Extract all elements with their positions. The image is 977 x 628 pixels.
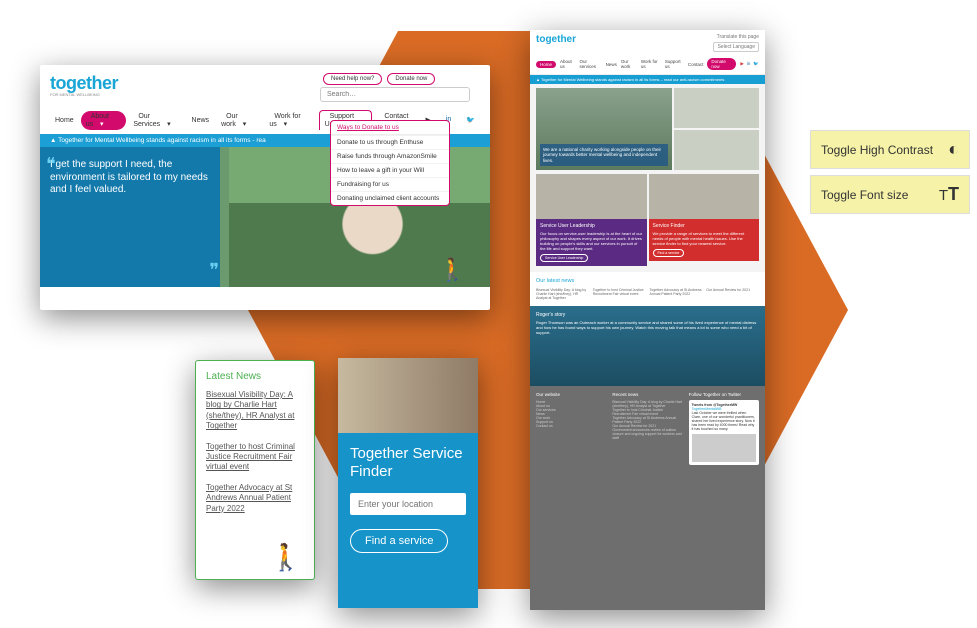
need-help-button[interactable]: Need help now? bbox=[323, 73, 382, 85]
footer-col-title: Our website bbox=[536, 392, 606, 397]
nav-work-for-us[interactable]: Work for us ▾ bbox=[264, 111, 316, 130]
main-site-screenshot: together FOR MENTAL WELLBEING Need help … bbox=[40, 65, 490, 310]
finder-title: Together Service Finder bbox=[350, 445, 466, 481]
card-body: We provide a range of services to meet t… bbox=[653, 231, 756, 246]
news-link[interactable]: Together to host Criminal Justice Recrui… bbox=[206, 442, 304, 473]
mini-nav-item[interactable]: About us bbox=[560, 59, 576, 69]
mini-hero-main: We are a national charity working alongs… bbox=[536, 88, 672, 170]
donate-button[interactable]: Donate now bbox=[387, 73, 435, 85]
toggle-label: Toggle Font size bbox=[821, 188, 908, 202]
news-link[interactable]: Bisexual Visibility Day: A blog by Charl… bbox=[536, 288, 589, 300]
nav-services[interactable]: Our Services ▾ bbox=[128, 111, 184, 130]
news-link[interactable]: Together to host Criminal Justice Recrui… bbox=[593, 288, 646, 300]
news-link[interactable]: Bisexual Visibility Day: A blog by Charl… bbox=[206, 390, 304, 432]
quote-close-icon: ❞ bbox=[209, 259, 219, 282]
latest-news-title: Latest News bbox=[206, 371, 304, 382]
dropdown-item[interactable]: Donate to us through Enthuse bbox=[331, 135, 449, 149]
mini-site-screenshot: together Translate this page Select Lang… bbox=[530, 30, 765, 610]
service-finder-card[interactable]: Service Finder We provide a range of ser… bbox=[649, 174, 760, 266]
mini-nav-item[interactable]: Support us bbox=[665, 59, 684, 69]
twitter-icon[interactable]: 🐦 bbox=[753, 61, 759, 67]
find-service-button[interactable]: Find a service bbox=[350, 529, 448, 553]
story-title: Roger's story bbox=[536, 312, 759, 318]
youtube-icon[interactable]: ▶ bbox=[740, 61, 743, 67]
together-logo[interactable]: together FOR MENTAL WELLBEING bbox=[50, 73, 118, 97]
service-finder-card: Together Service Finder Find a service bbox=[338, 358, 478, 608]
finder-photo bbox=[338, 358, 478, 433]
language-select[interactable]: Select Language bbox=[713, 42, 759, 52]
mini-hero-thumb[interactable] bbox=[674, 130, 759, 170]
dropdown-item[interactable]: Fundraising for us bbox=[331, 177, 449, 191]
footer-col-title: Recent news bbox=[612, 392, 682, 397]
location-input[interactable] bbox=[350, 493, 466, 515]
mini-hero-caption: We are a national charity working alongs… bbox=[540, 144, 668, 166]
support-us-dropdown: Ways to Donate to us Donate to us throug… bbox=[330, 120, 450, 206]
mini-donate-button[interactable]: Donate now bbox=[707, 58, 736, 70]
mini-nav-item[interactable]: News bbox=[606, 62, 617, 67]
tweet-body: Last October we were thrilled when Clare… bbox=[692, 411, 756, 431]
nav-our-work[interactable]: Our work ▾ bbox=[216, 111, 262, 130]
dropdown-item[interactable]: Raise funds through AmazonSmile bbox=[331, 149, 449, 163]
footer-link[interactable]: Government announces review of autism cl… bbox=[612, 428, 682, 440]
footer-link[interactable]: Bisexual Visibility Day: A blog by Charl… bbox=[612, 400, 682, 408]
leadership-card[interactable]: Service User Leadership Our focus on ser… bbox=[536, 174, 647, 266]
card-title: Service User Leadership bbox=[540, 223, 643, 229]
card-button[interactable]: Service User Leadership bbox=[540, 254, 588, 262]
news-link[interactable]: Our Annual Review for 2021 bbox=[706, 288, 759, 300]
dropdown-header[interactable]: Ways to Donate to us bbox=[331, 121, 449, 135]
card-button[interactable]: Find a service bbox=[653, 249, 685, 257]
search-input[interactable] bbox=[320, 87, 470, 102]
mini-nav-item[interactable]: Our services bbox=[580, 59, 602, 69]
footer-link[interactable]: Together to host Criminal Justice Recrui… bbox=[612, 408, 682, 416]
latest-news-card: Latest News Bisexual Visibility Day: A b… bbox=[195, 360, 315, 580]
footer-link[interactable]: Together Advocacy at St Andrews Annual P… bbox=[612, 416, 682, 424]
font-size-icon: TT bbox=[939, 184, 959, 205]
footer-col-title: Follow Together on Twitter bbox=[689, 392, 759, 397]
card-image bbox=[536, 174, 647, 219]
toggle-font-size[interactable]: Toggle Font size TT bbox=[810, 175, 970, 214]
card-title: Service Finder bbox=[653, 223, 756, 229]
mini-nav-item[interactable]: Work for us bbox=[641, 59, 661, 69]
hero-quote: ❝ I get the support I need, the environm… bbox=[40, 147, 229, 287]
walking-figure-icon: 🚶 bbox=[439, 257, 466, 283]
twitter-icon[interactable]: 🐦 bbox=[461, 114, 480, 126]
translate-link[interactable]: Translate this page bbox=[713, 34, 759, 40]
mini-banner[interactable]: ▲ Together for Mental Wellbeing stands a… bbox=[530, 75, 765, 84]
toggle-label: Toggle High Contrast bbox=[821, 143, 933, 157]
nav-news[interactable]: News bbox=[187, 115, 215, 126]
mini-hero-thumb[interactable] bbox=[674, 88, 759, 128]
quote-open-icon: ❝ bbox=[46, 153, 56, 176]
walking-figure-icon: 🚶 bbox=[270, 542, 302, 573]
card-image bbox=[649, 174, 760, 219]
quote-text: I get the support I need, the environmen… bbox=[50, 159, 208, 195]
story-body: Roger Thomson was an Outreach worker at … bbox=[536, 320, 759, 335]
mini-nav-item[interactable]: Our work bbox=[621, 59, 637, 69]
twitter-embed[interactable]: Tweets from @TogetherMW TogetherMentalWB… bbox=[689, 400, 759, 465]
footer-link[interactable]: Contact us bbox=[536, 424, 606, 428]
mini-logo[interactable]: together bbox=[536, 34, 576, 54]
toggle-high-contrast[interactable]: Toggle High Contrast ◐ bbox=[810, 130, 970, 169]
dropdown-item[interactable]: How to leave a gift in your Will bbox=[331, 163, 449, 177]
news-heading: Our latest news bbox=[536, 278, 759, 284]
rogers-story: Roger's story Roger Thomson was an Outre… bbox=[530, 306, 765, 386]
logo-text: together bbox=[50, 73, 118, 93]
tweet-image bbox=[692, 434, 756, 462]
mini-top-right: Translate this page Select Language bbox=[713, 34, 759, 54]
mini-nav-item[interactable]: Home bbox=[536, 61, 556, 68]
card-body: Our focus on service-user leadership is … bbox=[540, 231, 643, 251]
mini-nav: Home About us Our services News Our work… bbox=[530, 56, 765, 75]
linkedin-icon[interactable]: in bbox=[747, 61, 751, 67]
dropdown-item[interactable]: Donating unclaimed client accounts bbox=[331, 191, 449, 205]
nav-home[interactable]: Home bbox=[50, 115, 79, 126]
nav-about[interactable]: About us ▾ bbox=[81, 111, 127, 130]
mini-latest-news: Our latest news Bisexual Visibility Day:… bbox=[530, 272, 765, 306]
mini-nav-item[interactable]: Contact bbox=[688, 62, 704, 67]
mini-footer: Our website Home About us Our services N… bbox=[530, 386, 765, 610]
contrast-icon: ◐ bbox=[948, 139, 959, 160]
news-link[interactable]: Together Advocacy at St Andrews Annual P… bbox=[206, 483, 304, 514]
news-link[interactable]: Together Advocacy at St Andrews Annual P… bbox=[650, 288, 703, 300]
accessibility-toggles: Toggle High Contrast ◐ Toggle Font size … bbox=[810, 130, 970, 220]
